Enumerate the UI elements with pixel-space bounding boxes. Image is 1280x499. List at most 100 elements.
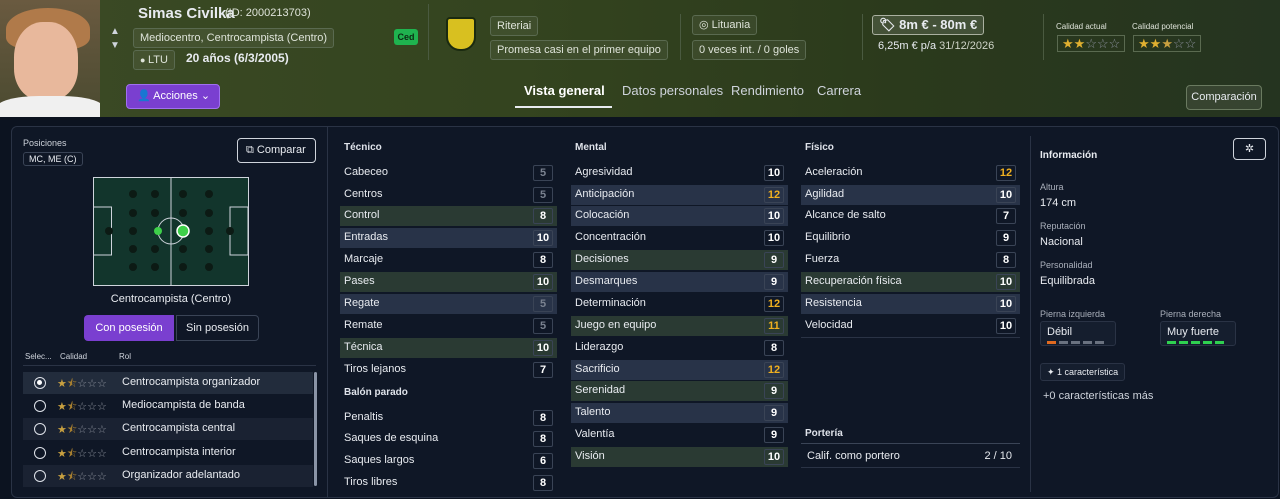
role-stars: ★⯪☆☆☆ xyxy=(57,378,107,390)
foot-bar xyxy=(1203,341,1212,344)
attr-row: Concentración 10 xyxy=(571,228,788,248)
role-row[interactable]: ★⯪☆☆☆ Organizador adelantado xyxy=(23,465,313,487)
pitch-caption: Centrocampista (Centro) xyxy=(110,293,232,305)
club-name[interactable]: Riteriai xyxy=(490,16,539,36)
role-row[interactable]: ★⯪☆☆☆ Centrocampista organizador xyxy=(23,372,313,394)
attr-name: Decisiones xyxy=(575,253,629,265)
attr-value: 5 xyxy=(533,296,553,312)
height-label: Altura xyxy=(1040,182,1064,192)
attr-row: Saques de esquina 8 xyxy=(340,429,557,449)
attr-value: 9 xyxy=(764,274,784,290)
attr-row: Resistencia 10 xyxy=(801,294,1020,314)
person-icon: 👤 xyxy=(137,90,154,102)
attr-row: Cabeceo 5 xyxy=(340,163,557,183)
attr-value: 12 xyxy=(764,187,784,203)
attr-row: Recuperación física 10 xyxy=(801,272,1020,292)
role-radio[interactable] xyxy=(34,470,46,482)
foot-bar xyxy=(1047,341,1056,344)
potential-quality-label: Calidad potencial xyxy=(1132,22,1194,31)
tab-performance[interactable]: Rendimiento xyxy=(731,83,804,98)
chevron-down-icon: ⌄ xyxy=(200,90,211,102)
actions-button[interactable]: 👤 Acciones ⌄ xyxy=(126,84,220,109)
club-crest-icon[interactable] xyxy=(446,17,476,51)
section-porteria: Portería xyxy=(805,428,843,439)
attr-name: Tiros lejanos xyxy=(344,363,406,375)
attr-row: Decisiones 9 xyxy=(571,250,788,270)
attr-name: Sacrificio xyxy=(575,363,620,375)
role-row[interactable]: ★⯪☆☆☆ Centrocampista central xyxy=(23,418,313,440)
attr-value: 8 xyxy=(996,252,1016,268)
comparison-button[interactable]: Comparación xyxy=(1186,85,1262,110)
role-radio[interactable] xyxy=(34,400,46,412)
role-stars: ★⯪☆☆☆ xyxy=(57,401,107,413)
attr-value: 10 xyxy=(533,274,553,290)
tab-overview[interactable]: Vista general xyxy=(524,83,605,98)
attr-name: Agilidad xyxy=(805,188,845,200)
value-range: 🏷 8m € - 80m € xyxy=(872,15,985,35)
attr-value: 7 xyxy=(996,208,1016,224)
attr-value: 8 xyxy=(533,475,553,491)
attr-row: Marcaje 8 xyxy=(340,250,557,270)
attr-value: 12 xyxy=(764,362,784,378)
attr-row: Liderazgo 8 xyxy=(571,338,788,358)
player-name: Simas Civilka xyxy=(138,5,235,22)
with-possession-toggle[interactable]: Con posesión xyxy=(84,315,174,341)
chevron-up-icon[interactable]: ▲ xyxy=(110,26,120,37)
attr-value: 5 xyxy=(533,318,553,334)
attr-value: 10 xyxy=(996,318,1016,334)
attr-value: 10 xyxy=(764,165,784,181)
nationality-pill[interactable]: ◎ Lituania xyxy=(692,15,758,35)
role-row[interactable]: ★⯪☆☆☆ Centrocampista interior xyxy=(23,442,313,464)
player-header: ▲ ▼ Simas Civilka (ID: 2000213703) Medio… xyxy=(0,0,1280,117)
section-fisico: Físico xyxy=(805,142,834,153)
attr-value: 9 xyxy=(764,252,784,268)
gk-rating-value: 2 / 10 xyxy=(984,450,1012,462)
role-radio[interactable] xyxy=(34,377,46,389)
attr-name: Penaltis xyxy=(344,411,384,423)
foot-bar xyxy=(1191,341,1200,344)
actions-label: Acciones xyxy=(153,90,198,102)
role-stars: ★⯪☆☆☆ xyxy=(57,471,107,483)
right-foot-label: Pierna derecha xyxy=(1160,309,1222,319)
attr-value: 5 xyxy=(533,165,553,181)
attr-name: Cabeceo xyxy=(344,166,389,178)
reputation-label: Reputación xyxy=(1040,221,1086,231)
compare-button[interactable]: ⧉ Comparar xyxy=(237,138,316,163)
attr-value: 10 xyxy=(533,340,553,356)
attr-value: 8 xyxy=(764,340,784,356)
international-caps: 0 veces int. / 0 goles xyxy=(692,40,807,60)
tab-career[interactable]: Carrera xyxy=(817,83,861,98)
foot-bar xyxy=(1215,341,1224,344)
role-radio[interactable] xyxy=(34,423,46,435)
role-row[interactable]: ★⯪☆☆☆ Mediocampista de banda xyxy=(23,395,313,417)
attr-name: Saques largos xyxy=(344,454,415,466)
wage-text: 6,25m € p/a 31/12/2026 xyxy=(878,40,994,52)
attr-row: Entradas 10 xyxy=(340,228,557,248)
attr-value: 10 xyxy=(764,230,784,246)
current-quality-stars: ★★☆☆☆ xyxy=(1057,35,1126,52)
foot-bar xyxy=(1179,341,1188,344)
attr-name: Resistencia xyxy=(805,297,862,309)
attr-name: Serenidad xyxy=(575,384,626,396)
without-possession-toggle[interactable]: Sin posesión xyxy=(176,315,259,341)
attr-name: Marcaje xyxy=(344,253,384,265)
roles-scrollbar[interactable] xyxy=(314,372,317,486)
compare-icon: ⧉ xyxy=(246,144,257,156)
attr-name: Saques de esquina xyxy=(344,432,439,444)
attr-name: Tiros libres xyxy=(344,476,398,488)
traits-button[interactable]: ✦ 1 característica xyxy=(1040,363,1126,381)
tab-personal-data[interactable]: Datos personales xyxy=(622,83,723,98)
attr-value: 8 xyxy=(533,208,553,224)
attr-name: Visión xyxy=(575,450,605,462)
settings-icon[interactable]: ✲ xyxy=(1233,138,1266,160)
player-position: Mediocentro, Centrocampista (Centro) xyxy=(133,28,335,48)
role-name: Centrocampista interior xyxy=(122,446,236,458)
contract-end: 31/12/2026 xyxy=(939,40,995,52)
chevron-down-icon[interactable]: ▼ xyxy=(110,40,120,51)
attr-value: 8 xyxy=(533,252,553,268)
attr-name: Colocación xyxy=(575,209,630,221)
role-name: Mediocampista de banda xyxy=(122,399,245,411)
attr-name: Recuperación física xyxy=(805,275,902,287)
attr-value: 5 xyxy=(533,187,553,203)
role-radio[interactable] xyxy=(34,447,46,459)
